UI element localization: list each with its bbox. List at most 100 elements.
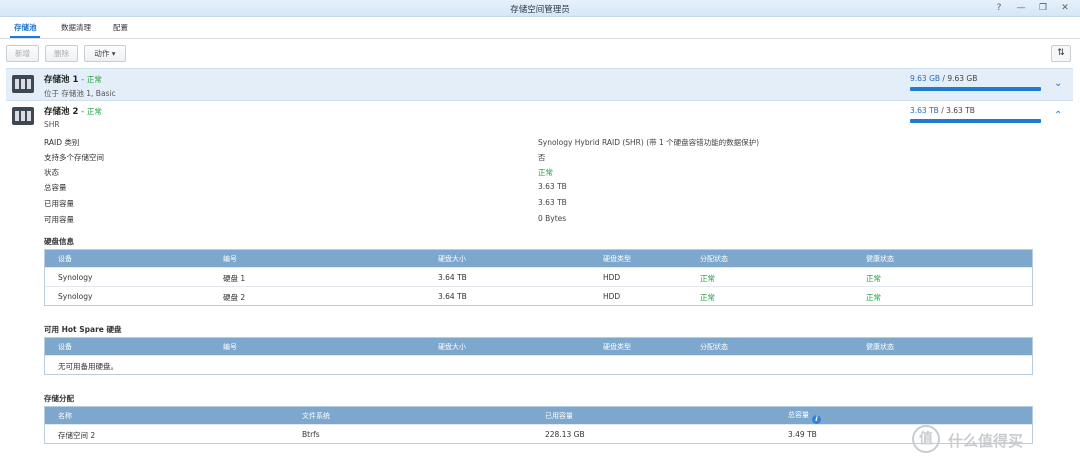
column-header[interactable]: 编号 (223, 342, 237, 352)
column-header[interactable]: 设备 (58, 342, 72, 352)
tab-bar: 存储池 数据清理 配置 (0, 17, 1080, 39)
column-header[interactable]: 硬盘大小 (438, 254, 466, 264)
table-cell: HDD (603, 273, 621, 282)
table-cell: 正常 (700, 274, 715, 283)
watermark: 值 什么值得买 (912, 424, 1072, 456)
action-dropdown-button[interactable]: 动作 ▾ (84, 45, 126, 62)
column-header[interactable]: 编号 (223, 254, 237, 264)
pool-subtitle: 位于 存储池 1, Basic (44, 89, 116, 98)
detail-label: RAID 类别 (44, 138, 80, 147)
storage-pool-row-1[interactable]: 存储池 1 - 正常 位于 存储池 1, Basic 9.63 GB / 9.6… (6, 68, 1073, 101)
table-cell: 硬盘 2 (223, 293, 246, 302)
table-row[interactable]: Synology 硬盘 1 3.64 TB HDD 正常 正常 (45, 267, 1032, 286)
column-header[interactable]: 设备 (58, 254, 72, 264)
table-cell: 正常 (866, 274, 881, 283)
detail-row-used-capacity: 已用容量 3.63 TB (44, 198, 1024, 213)
pool-capacity-text: 9.63 GB / 9.63 GB (910, 74, 977, 83)
detail-label: 状态 (44, 168, 59, 177)
active-tab-indicator (10, 36, 40, 38)
allocation-table: 名称 文件系统 已用容量 总容量 i 存储空间 2 Btrfs 228.13 GB… (44, 406, 1033, 444)
table-cell: Btrfs (302, 430, 320, 439)
column-header[interactable]: 硬盘类型 (603, 342, 631, 352)
table-cell: 3.64 TB (438, 292, 467, 301)
sort-icon[interactable]: ⇅ (1051, 45, 1071, 62)
table-row[interactable]: 存储空间 2 Btrfs 228.13 GB 3.49 TB (45, 424, 1032, 443)
tab-data-scrubbing[interactable]: 数据清理 (61, 22, 91, 33)
table-cell: HDD (603, 292, 621, 301)
help-icon[interactable]: ? (992, 2, 1006, 14)
column-header[interactable]: 硬盘大小 (438, 342, 466, 352)
detail-row-raid-type: RAID 类别 Synology Hybrid RAID (SHR) (带 1 … (44, 137, 1024, 152)
create-button[interactable]: 新增 (6, 45, 39, 62)
detail-value: 3.63 TB (538, 198, 567, 207)
table-cell: Synology (58, 292, 93, 301)
column-header[interactable]: 已用容量 (545, 411, 573, 421)
info-icon[interactable]: i (812, 414, 821, 424)
pool-capacity-fill (910, 87, 1041, 91)
collapse-chevron-icon[interactable]: ⌃ (1054, 110, 1062, 121)
table-row[interactable]: Synology 硬盘 2 3.64 TB HDD 正常 正常 (45, 286, 1032, 305)
empty-message: 无可用备用硬盘。 (58, 362, 118, 371)
storage-pool-icon (12, 107, 34, 125)
pool-capacity-bar (910, 87, 1041, 91)
detail-label: 总容量 (44, 183, 67, 192)
detail-label: 支持多个存储空间 (44, 153, 104, 162)
column-header[interactable]: 健康状态 (866, 254, 894, 264)
minimize-icon[interactable]: — (1014, 2, 1028, 14)
table-header: 名称 文件系统 已用容量 总容量 i (45, 407, 1032, 424)
detail-row-total-capacity: 总容量 3.63 TB (44, 182, 1024, 197)
detail-value: 3.63 TB (538, 182, 567, 191)
close-icon[interactable]: ✕ (1058, 2, 1072, 14)
table-cell: 3.49 TB (788, 430, 817, 439)
detail-row-available-capacity: 可用容量 0 Bytes (44, 214, 1024, 229)
window-titlebar: 存储空间管理员 ? — ❐ ✕ (0, 0, 1080, 17)
pool-name-separator: - (78, 75, 87, 85)
detail-row-status: 状态 正常 (44, 167, 1024, 182)
column-header[interactable]: 硬盘类型 (603, 254, 631, 264)
table-cell: 正常 (866, 293, 881, 302)
disk-info-title: 硬盘信息 (44, 237, 74, 246)
pool-total: 3.63 TB (946, 106, 975, 115)
table-cell: 228.13 GB (545, 430, 585, 439)
delete-button[interactable]: 删除 (45, 45, 78, 62)
table-cell: 存储空间 2 (58, 431, 96, 440)
table-cell: Synology (58, 273, 93, 282)
table-cell: 正常 (700, 293, 715, 302)
detail-label: 可用容量 (44, 215, 74, 224)
table-cell: 硬盘 1 (223, 274, 246, 283)
maximize-icon[interactable]: ❐ (1036, 2, 1050, 14)
pool-name-separator: - (78, 107, 87, 117)
tab-storage-pool[interactable]: 存储池 (14, 22, 37, 33)
expand-chevron-icon[interactable]: ⌄ (1054, 78, 1062, 89)
column-header-total[interactable]: 总容量 i (788, 410, 821, 424)
detail-row-multi-volume: 支持多个存储空间 否 (44, 152, 1024, 167)
toolbar: 新增 删除 动作 ▾ ⇅ (0, 39, 1080, 69)
tab-settings[interactable]: 配置 (113, 22, 128, 33)
pool-name: 存储池 1 (44, 75, 79, 85)
pool-title: 存储池 1 - 正常 (44, 73, 102, 85)
disk-info-table: 设备 编号 硬盘大小 硬盘类型 分配状态 健康状态 Synology 硬盘 1 … (44, 249, 1033, 306)
pool-title: 存储池 2 - 正常 (44, 105, 102, 117)
detail-label: 已用容量 (44, 199, 74, 208)
storage-pool-icon (12, 75, 34, 93)
detail-value: Synology Hybrid RAID (SHR) (带 1 个硬盘容错功能的… (538, 138, 760, 147)
detail-value: 正常 (538, 168, 553, 177)
storage-pool-row-2[interactable]: 存储池 2 - 正常 SHR 3.63 TB / 3.63 TB ⌃ (6, 101, 1073, 134)
column-header[interactable]: 分配状态 (700, 254, 728, 264)
hot-spare-table: 设备 编号 硬盘大小 硬盘类型 分配状态 健康状态 无可用备用硬盘。 (44, 337, 1033, 375)
table-row-empty: 无可用备用硬盘。 (45, 355, 1032, 374)
watermark-text: 什么值得买 (948, 432, 1024, 450)
detail-value: 0 Bytes (538, 214, 567, 223)
pool-used: 3.63 TB (910, 106, 939, 115)
pool-used: 9.63 GB (910, 74, 941, 83)
pool-status: 正常 (86, 75, 102, 84)
column-header[interactable]: 文件系统 (302, 411, 330, 421)
column-header[interactable]: 名称 (58, 411, 72, 421)
pool-capacity-fill (910, 119, 1041, 123)
hot-spare-title: 可用 Hot Spare 硬盘 (44, 325, 122, 334)
pool-total: 9.63 GB (947, 74, 978, 83)
allocation-title: 存储分配 (44, 394, 74, 403)
column-header[interactable]: 健康状态 (866, 342, 894, 352)
column-header[interactable]: 分配状态 (700, 342, 728, 352)
pool-capacity-text: 3.63 TB / 3.63 TB (910, 106, 975, 115)
